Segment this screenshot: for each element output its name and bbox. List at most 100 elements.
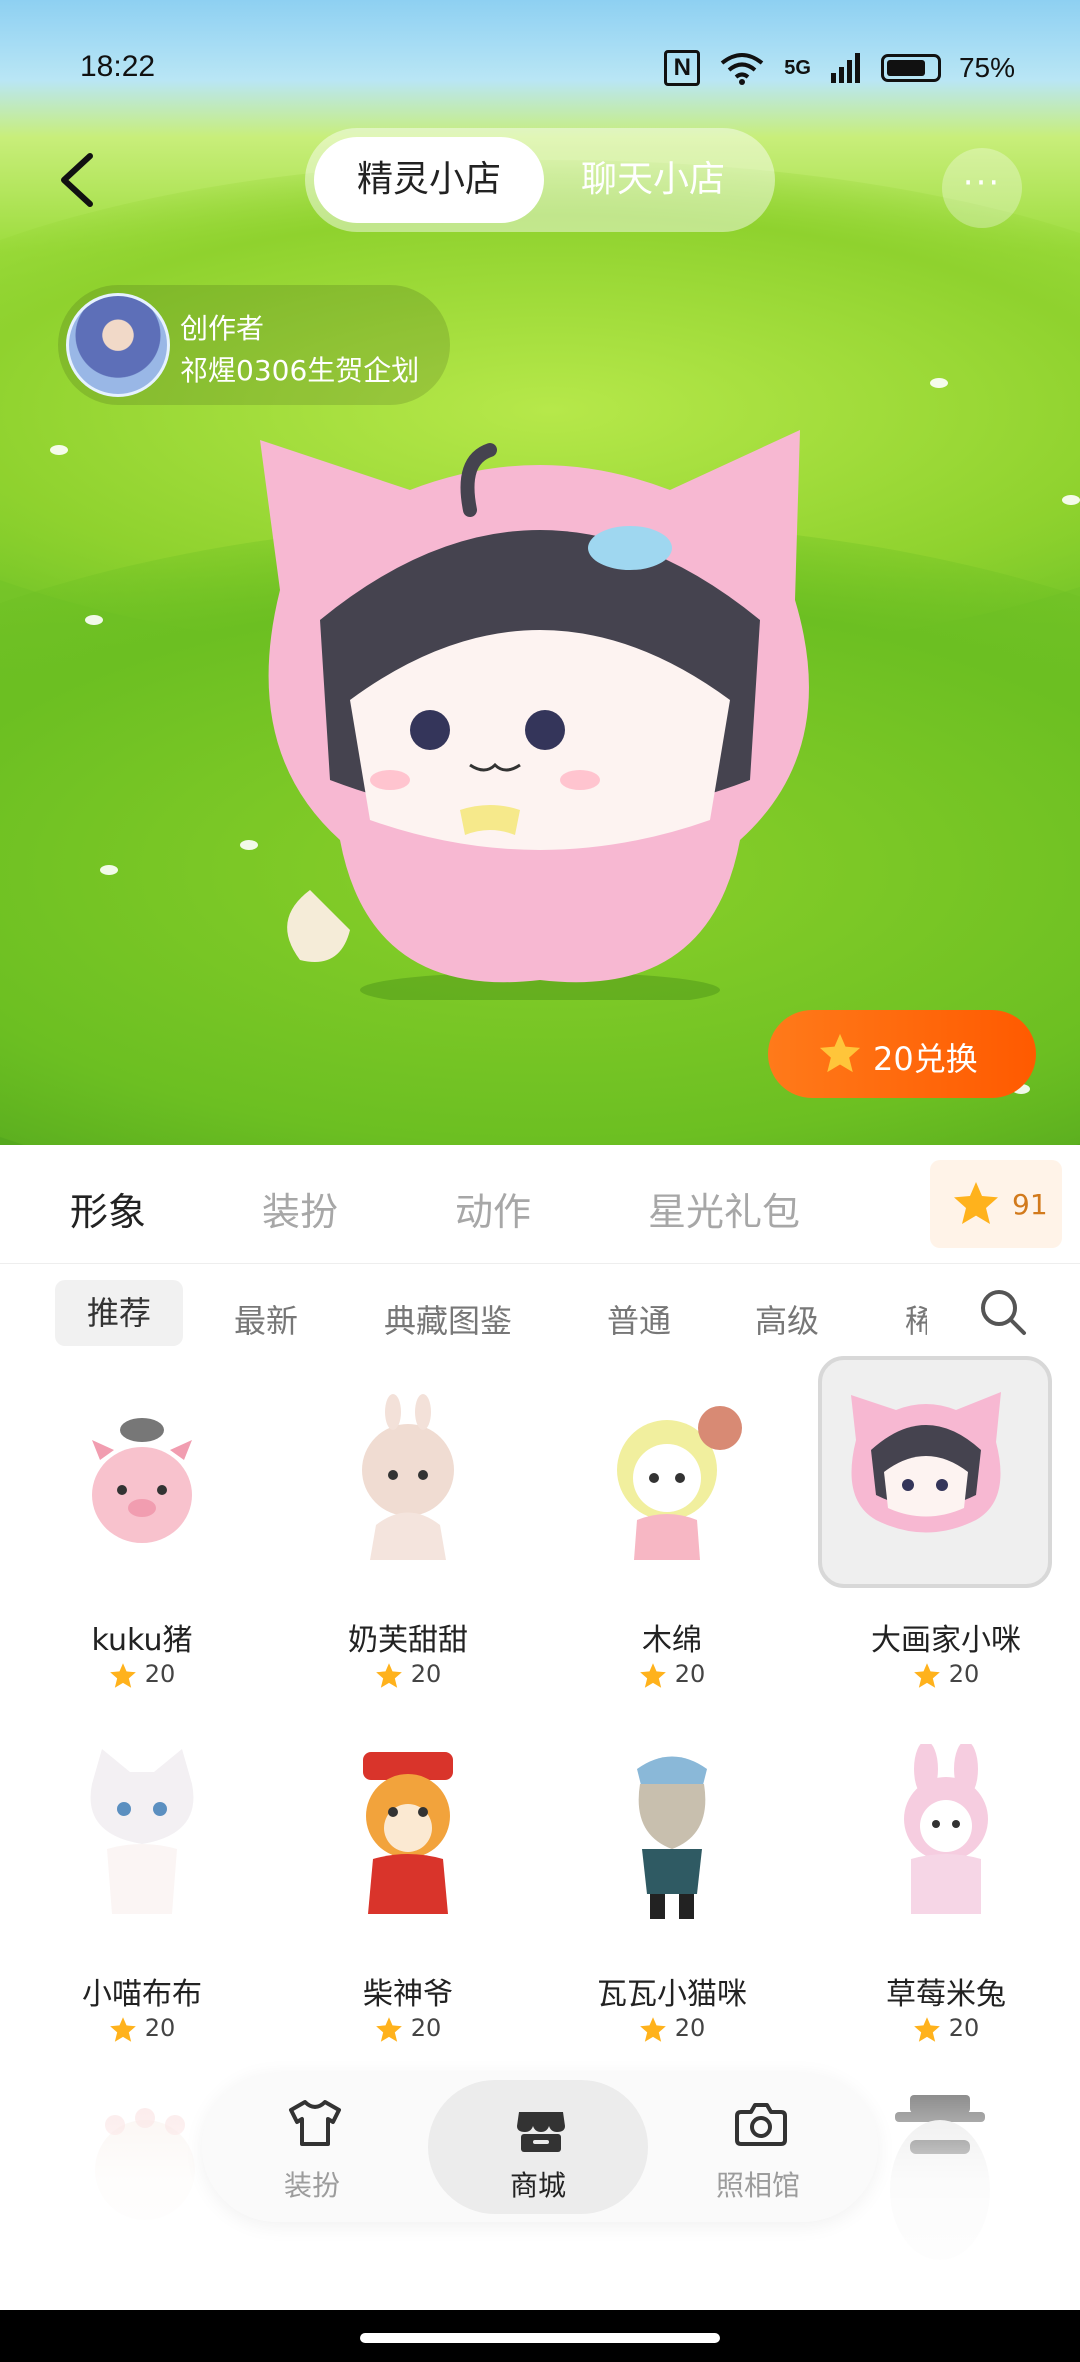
status-bar: 18:22 N 5G 75% xyxy=(0,50,1080,90)
item-image-kuku-pig xyxy=(92,1418,192,1543)
item-name: 木绵 xyxy=(642,1623,702,1658)
network-type: 5G xyxy=(784,56,811,79)
product-card[interactable]: 草莓米兔 20 xyxy=(826,1744,1066,2064)
store-icon xyxy=(517,2112,565,2152)
tab-starlight-pack[interactable]: 星光礼包 xyxy=(648,1181,800,1236)
star-icon xyxy=(639,2016,666,2042)
item-name: 奶芙甜甜 xyxy=(348,1623,468,1658)
item-name: kuku猪 xyxy=(91,1623,193,1658)
nav-photo-studio-label: 照相馆 xyxy=(715,2169,800,2202)
item-price-value: 20 xyxy=(948,1660,980,1688)
status-time: 18:22 xyxy=(80,50,156,83)
star-icon xyxy=(375,1662,402,1688)
item-price: 20 xyxy=(288,1660,528,1689)
flower-decoration xyxy=(85,615,103,625)
item-price: 20 xyxy=(22,2014,262,2043)
nav-photo-studio[interactable]: 照相馆 xyxy=(648,2072,868,2222)
star-icon xyxy=(954,1182,998,1224)
star-icon xyxy=(639,1662,666,1688)
item-price-value: 20 xyxy=(674,1660,706,1688)
camera-icon xyxy=(735,2103,787,2146)
tab-avatar[interactable]: 形象 xyxy=(70,1181,146,1236)
item-name: 草莓米兔 xyxy=(886,1977,1006,2012)
item-name: 柴神爷 xyxy=(363,1977,453,2012)
battery-level: 75% xyxy=(958,52,1015,83)
star-icon xyxy=(109,2016,136,2042)
tshirt-icon xyxy=(289,2100,341,2146)
back-icon[interactable] xyxy=(52,150,102,210)
star-icon xyxy=(375,2016,402,2042)
signal-icon xyxy=(830,53,860,83)
creator-name: 祁煋0306生贺企划 xyxy=(180,354,420,387)
system-home-bar xyxy=(0,2310,1080,2362)
product-card[interactable]: kuku猪 20 xyxy=(22,1390,262,1710)
filter-normal[interactable]: 普通 xyxy=(607,1296,671,1342)
tab-chat-shop[interactable]: 聊天小店 xyxy=(538,137,768,223)
product-card[interactable]: 木绵 20 xyxy=(552,1390,792,1710)
avatar xyxy=(66,293,170,397)
filter-advanced[interactable]: 高级 xyxy=(755,1296,819,1342)
item-price-value: 20 xyxy=(674,2014,706,2042)
item-price: 20 xyxy=(826,1660,1066,1689)
filter-recommended[interactable]: 推荐 xyxy=(55,1280,183,1346)
item-price: 20 xyxy=(552,1660,792,1689)
star-balance-value: 91 xyxy=(1012,1188,1048,1221)
product-card[interactable]: 瓦瓦小猫咪 20 xyxy=(552,1744,792,2064)
item-image-kitten-bubu xyxy=(90,1749,194,1914)
tab-action[interactable]: 动作 xyxy=(455,1181,531,1236)
star-icon xyxy=(819,1033,861,1073)
redeem-button[interactable]: 20兑换 xyxy=(768,1010,1036,1098)
filter-newest[interactable]: 最新 xyxy=(234,1296,298,1342)
hero-scene: 18:22 N 5G 75% 精灵小店 聊天小店 ··· 创作者 祁煋0306生… xyxy=(0,0,1080,1145)
tab-outfit[interactable]: 装扮 xyxy=(262,1181,338,1236)
flower-decoration xyxy=(1062,495,1080,505)
star-icon xyxy=(109,1662,136,1688)
wifi-icon xyxy=(721,53,764,85)
item-price-value: 20 xyxy=(144,1660,176,1688)
home-indicator[interactable] xyxy=(360,2333,720,2343)
nav-shop-label: 商城 xyxy=(509,2169,566,2202)
filter-rare[interactable]: 稀 xyxy=(905,1296,927,1342)
item-name: 小喵布布 xyxy=(82,1977,202,2012)
item-price: 20 xyxy=(552,2014,792,2043)
star-balance[interactable]: 91 xyxy=(930,1160,1062,1248)
item-price: 20 xyxy=(288,2014,528,2043)
creator-label: 创作者 xyxy=(180,312,265,345)
tab-sprite-shop[interactable]: 精灵小店 xyxy=(314,137,544,223)
star-icon xyxy=(913,2016,940,2042)
item-name: 大画家小咪 xyxy=(871,1623,1021,1658)
item-name: 瓦瓦小猫咪 xyxy=(597,1977,747,2012)
nav-outfit-label: 装扮 xyxy=(283,2169,340,2202)
shop-switcher: 精灵小店 聊天小店 xyxy=(305,128,775,232)
product-card[interactable]: 奶芙甜甜 20 xyxy=(288,1390,528,1710)
battery-icon xyxy=(880,54,941,82)
item-image-creamy-sweetie xyxy=(362,1394,454,1560)
filter-chips: 推荐 最新 典藏图鉴 普通 高级 稀 xyxy=(0,1264,1080,1364)
nfc-icon: N xyxy=(664,50,701,86)
item-image-wawa-kitty xyxy=(637,1756,707,1919)
character-preview-image xyxy=(260,430,809,1000)
item-image-strawberry-bunny xyxy=(904,1744,988,1914)
nav-shop[interactable]: 商城 xyxy=(428,2080,648,2214)
item-image-mumian xyxy=(617,1406,742,1560)
more-options-button[interactable]: ··· xyxy=(942,148,1022,228)
redeem-label: 20兑换 xyxy=(873,1040,978,1078)
bottom-nav: 装扮 商城 照相馆 xyxy=(202,2072,878,2222)
flower-decoration xyxy=(100,865,118,875)
creator-badge[interactable]: 创作者 祁煋0306生贺企划 xyxy=(58,285,450,405)
flower-decoration xyxy=(930,378,948,388)
item-price-value: 20 xyxy=(948,2014,980,2042)
nav-outfit[interactable]: 装扮 xyxy=(202,2072,422,2222)
star-icon xyxy=(913,1662,940,1688)
product-card[interactable]: 小喵布布 20 xyxy=(22,1744,262,2064)
item-price-value: 20 xyxy=(144,2014,176,2042)
item-image-shiba-god xyxy=(363,1752,453,1914)
item-price: 20 xyxy=(826,2014,1066,2043)
item-price: 20 xyxy=(22,1660,262,1689)
flower-decoration xyxy=(50,445,68,455)
category-tabs: 形象 装扮 动作 星光礼包 91 xyxy=(0,1145,1080,1264)
product-card-selected[interactable]: 大画家小咪 20 xyxy=(818,1356,1066,1710)
product-card[interactable]: 柴神爷 20 xyxy=(288,1744,528,2064)
search-icon[interactable] xyxy=(975,1284,1031,1340)
filter-collection[interactable]: 典藏图鉴 xyxy=(384,1296,512,1342)
